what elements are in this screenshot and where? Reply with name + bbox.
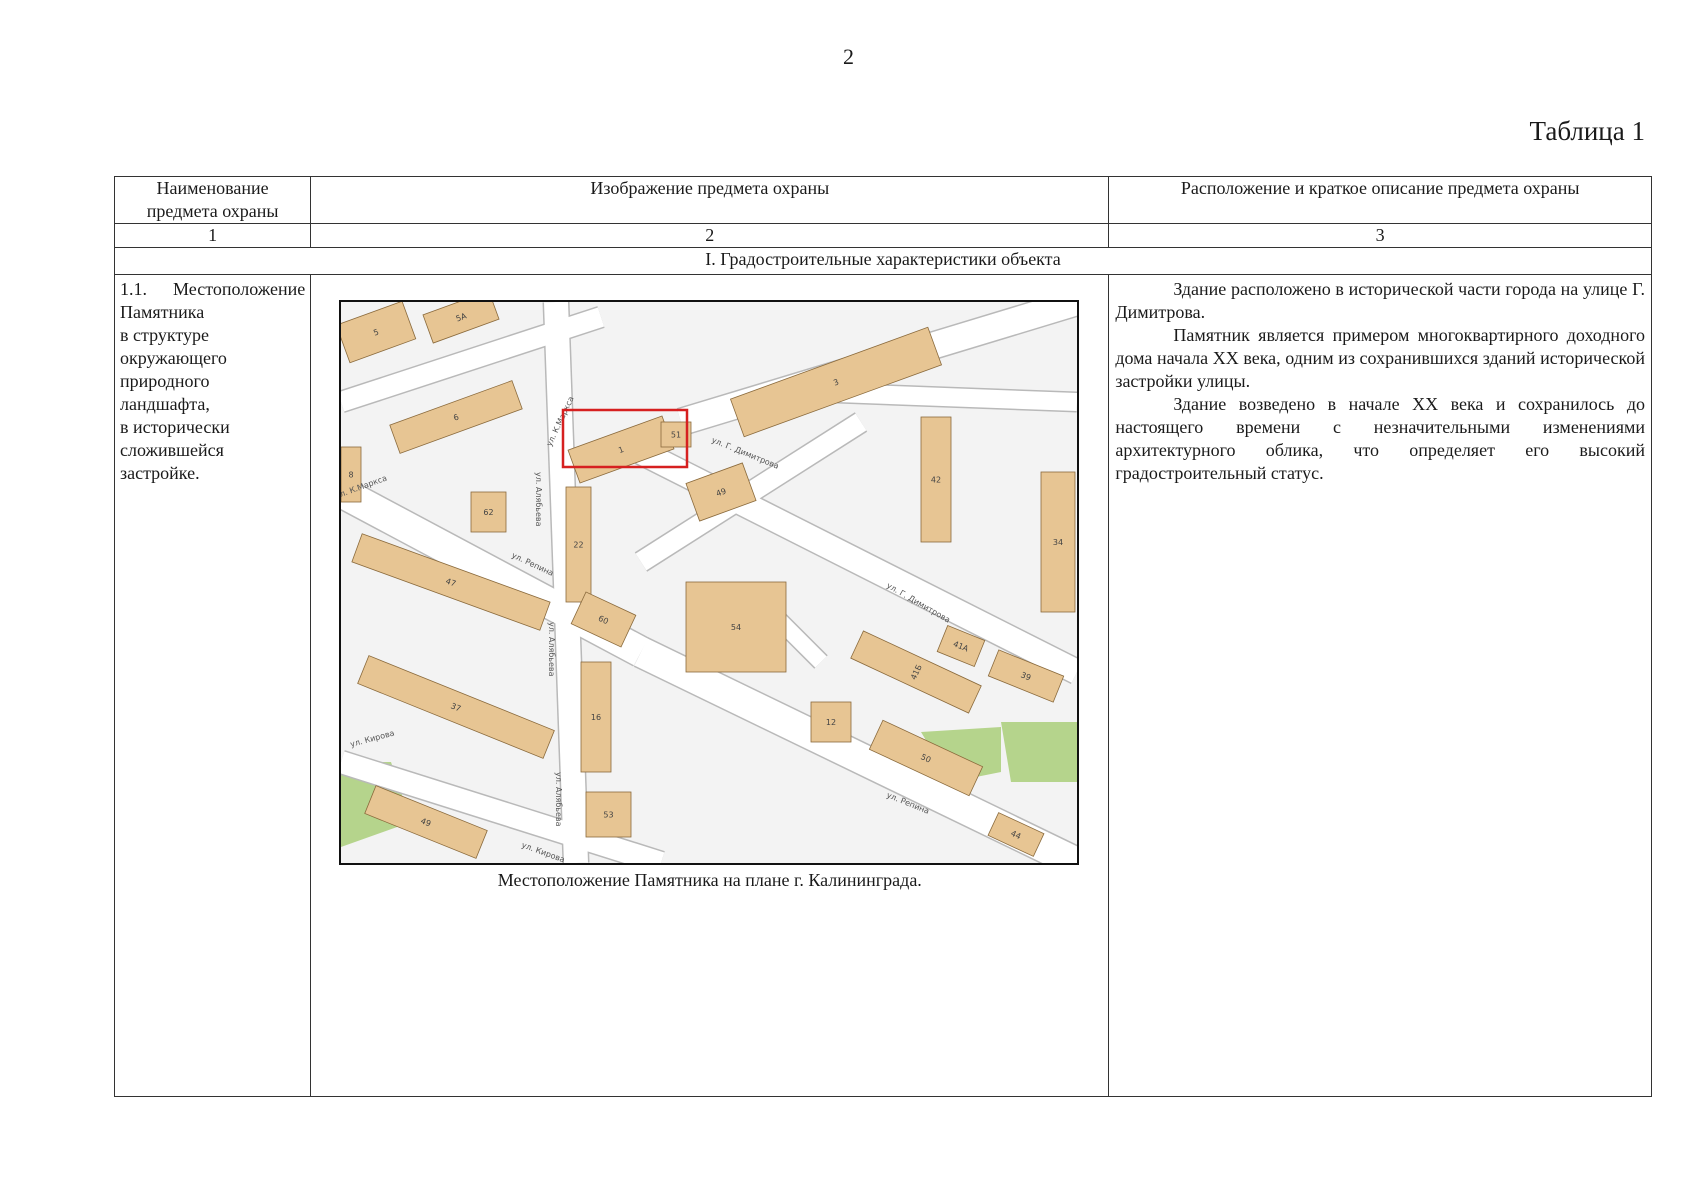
item-name-cell: 1.1. Местоположение Памятника в структур…	[113, 274, 312, 1097]
column-number: 2	[310, 223, 1110, 248]
building-number: 51	[671, 431, 681, 440]
building-number: 34	[1053, 538, 1063, 547]
building-number: 16	[591, 713, 601, 722]
column-number: 3	[1108, 223, 1652, 248]
building-number: 12	[826, 718, 836, 727]
building-number: 8	[349, 471, 354, 480]
item-name-line: 1.1. Местоположение	[120, 279, 306, 299]
item-name-line: окружающего	[120, 348, 227, 368]
protection-table: Наименование предмета охраны Изображение…	[113, 176, 1652, 1097]
section-title: I. Градостроительные характеристики объе…	[114, 247, 1652, 275]
column-number: 1	[113, 223, 312, 248]
item-name-line: ландшафта,	[120, 394, 210, 414]
header-name: Наименование предмета охраны	[113, 176, 312, 224]
image-cell: 5 5А 3 6 1 51 49 42 34 62 22 60 54 47 37 41Б 41А 39 12 50 16…	[310, 274, 1110, 1097]
item-name-line: сложившейся	[120, 440, 224, 460]
item-name-line: природного	[120, 371, 210, 391]
item-name-line: застройке.	[120, 463, 200, 483]
building-number: 22	[574, 541, 584, 550]
description-cell: Здание расположено в исторической части …	[1108, 274, 1652, 1097]
column-number-row: 1 2 3	[113, 223, 1652, 248]
green-area	[1001, 722, 1078, 782]
item-name-line: в структуре	[120, 325, 209, 345]
table-label: Таблица 1	[1529, 116, 1645, 146]
description-paragraph: Здание расположено в исторической части …	[1115, 279, 1645, 322]
header-row: Наименование предмета охраны Изображение…	[113, 176, 1652, 224]
street-label: ул. Алябьева	[534, 472, 543, 527]
location-map: 5 5А 3 6 1 51 49 42 34 62 22 60 54 47 37 41Б 41А 39 12 50 16…	[339, 300, 1080, 865]
description-paragraph: Памятник является примером многоквартирн…	[1115, 325, 1645, 391]
building-number: 42	[931, 476, 941, 485]
building-number: 62	[484, 508, 494, 517]
item-name-line: Памятника	[120, 302, 205, 322]
description-paragraph: Здание возведено в начале XX века и сохр…	[1115, 394, 1645, 483]
item-name-line: в исторически	[120, 417, 230, 437]
header-image: Изображение предмета охраны	[310, 176, 1110, 224]
building-number: 54	[731, 623, 741, 632]
page-number: 2	[843, 44, 854, 69]
map-caption: Местоположение Памятника на плане г. Кал…	[497, 870, 922, 890]
building-number: 53	[604, 811, 614, 820]
section-row: I. Градостроительные характеристики объе…	[114, 247, 1652, 275]
street-label: ул. Алябьева	[547, 622, 556, 677]
content-row: 1.1. Местоположение Памятника в структур…	[113, 274, 1652, 1097]
street-label: ул. Алябьева	[554, 772, 563, 827]
header-description: Расположение и краткое описание предмета…	[1108, 176, 1652, 224]
map-canvas: 55А3615149423462226054473741Б41А39125016…	[341, 302, 1078, 863]
